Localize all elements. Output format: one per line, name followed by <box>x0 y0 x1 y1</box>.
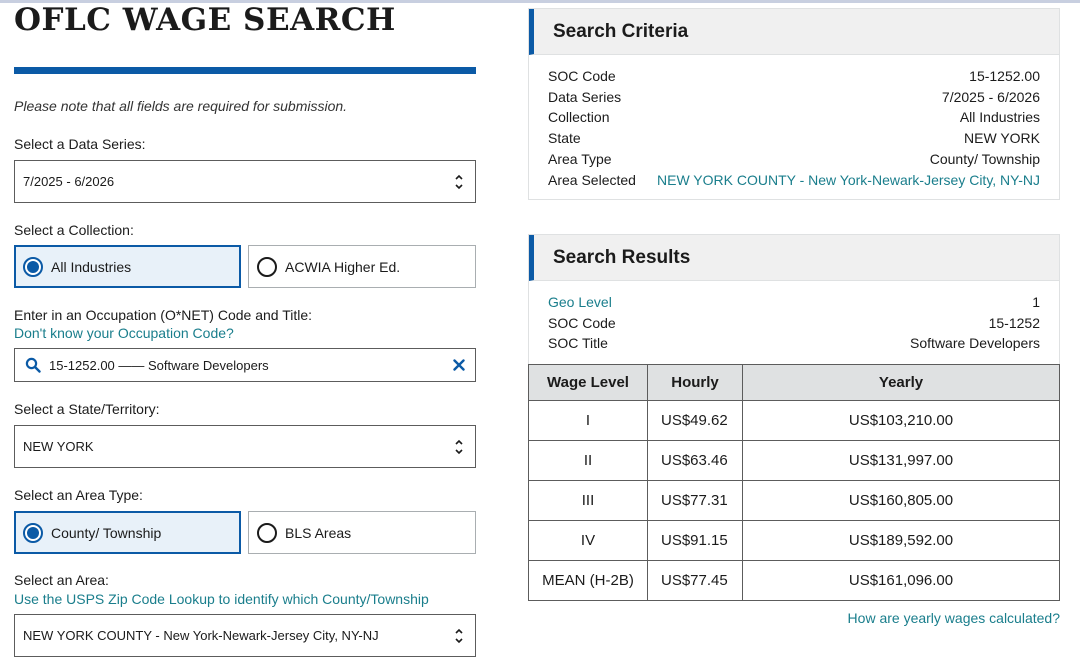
criteria-value: County/ Township <box>929 151 1040 167</box>
criteria-value: 7/2025 - 6/2026 <box>941 89 1040 105</box>
result-key: SOC Code <box>548 315 616 331</box>
table-row: I US$49.62 US$103,210.00 <box>528 400 1060 441</box>
close-icon[interactable] <box>453 359 465 371</box>
search-criteria-heading: Search Criteria <box>553 21 689 42</box>
table-row: IV US$91.15 US$189,592.00 <box>528 520 1060 561</box>
criteria-row: Data Series 7/2025 - 6/2026 <box>548 89 1040 109</box>
result-row: SOC Title Software Developers <box>548 335 1040 355</box>
search-icon <box>25 357 41 373</box>
data-series-label: Select a Data Series: <box>14 136 146 152</box>
occupation-label: Enter in an Occupation (O*NET) Code and … <box>14 307 313 323</box>
collection-option-label: ACWIA Higher Ed. <box>285 259 401 275</box>
wage-level-cell: MEAN (H-2B) <box>528 560 648 601</box>
criteria-value: NEW YORK <box>964 130 1040 146</box>
collection-option-label: All Industries <box>51 259 132 275</box>
wage-level-cell: II <box>528 440 648 481</box>
wage-level-cell: III <box>528 480 648 521</box>
yearly-cell: US$189,592.00 <box>742 520 1060 561</box>
table-row: II US$63.46 US$131,997.00 <box>528 440 1060 481</box>
state-label: Select a State/Territory: <box>14 401 160 417</box>
wage-level-table: Wage Level Hourly Yearly I US$49.62 US$1… <box>528 364 1060 601</box>
search-criteria-panel: Search Criteria SOC Code 15-1252.00 Data… <box>528 8 1060 200</box>
criteria-key: Collection <box>548 109 610 125</box>
result-row: Geo Level 1 <box>548 294 1040 314</box>
result-value: Software Developers <box>910 335 1040 351</box>
radio-selected-icon <box>23 523 43 543</box>
data-series-select[interactable]: 7/2025 - 6/2026 <box>14 160 476 203</box>
occupation-help-link[interactable]: Don't know your Occupation Code? <box>14 325 234 341</box>
radio-unselected-icon <box>257 523 277 543</box>
area-type-option-bls[interactable]: BLS Areas <box>248 511 476 554</box>
chevron-up-down-icon <box>455 174 463 190</box>
result-key: SOC Title <box>548 335 608 351</box>
zip-lookup-link[interactable]: Use the USPS Zip Code Lookup to identify… <box>14 591 429 607</box>
table-header-row: Wage Level Hourly Yearly <box>528 364 1060 401</box>
chevron-up-down-icon <box>455 439 463 455</box>
criteria-key: Data Series <box>548 89 622 105</box>
data-series-value: 7/2025 - 6/2026 <box>23 174 115 189</box>
area-type-option-label: BLS Areas <box>285 525 352 541</box>
occupation-search-input[interactable]: 15-1252.00 —— Software Developers <box>14 348 476 382</box>
criteria-value: 15-1252.00 <box>969 68 1040 84</box>
column-header: Yearly <box>742 364 1060 401</box>
table-row: III US$77.31 US$160,805.00 <box>528 480 1060 521</box>
yearly-cell: US$103,210.00 <box>742 400 1060 441</box>
area-label: Select an Area: <box>14 572 109 588</box>
yearly-cell: US$161,096.00 <box>742 560 1060 601</box>
search-results-heading: Search Results <box>553 247 691 268</box>
criteria-row: Collection All Industries <box>548 109 1040 129</box>
search-results-header: Search Results <box>529 235 1059 281</box>
occupation-search-value: 15-1252.00 —— Software Developers <box>49 358 269 373</box>
criteria-row: SOC Code 15-1252.00 <box>548 68 1040 88</box>
criteria-value: All Industries <box>959 109 1040 125</box>
yearly-calc-link[interactable]: How are yearly wages calculated? <box>848 610 1060 626</box>
hourly-cell: US$49.62 <box>647 400 743 441</box>
collection-option-acwia[interactable]: ACWIA Higher Ed. <box>248 245 476 288</box>
column-header: Wage Level <box>528 364 648 401</box>
area-type-radio-group: County/ Township BLS Areas <box>14 511 476 554</box>
wage-level-cell: IV <box>528 520 648 561</box>
criteria-row: State NEW YORK <box>548 130 1040 150</box>
area-select[interactable]: NEW YORK COUNTY - New York-Newark-Jersey… <box>14 614 476 657</box>
geo-level-link[interactable]: Geo Level <box>548 294 612 310</box>
chevron-up-down-icon <box>455 628 463 644</box>
criteria-row: Area Type County/ Township <box>548 151 1040 171</box>
search-results-panel: Search Results Geo Level 1 SOC Code 15-1… <box>528 234 1060 365</box>
criteria-row: Area Selected NEW YORK COUNTY - New York… <box>548 172 1040 192</box>
radio-selected-icon <box>23 257 43 277</box>
state-value: NEW YORK <box>23 439 94 454</box>
column-header: Hourly <box>647 364 743 401</box>
criteria-key: SOC Code <box>548 68 616 84</box>
hourly-cell: US$91.15 <box>647 520 743 561</box>
yearly-cell: US$160,805.00 <box>742 480 1060 521</box>
hourly-cell: US$77.31 <box>647 480 743 521</box>
area-type-option-label: County/ Township <box>51 525 162 541</box>
required-note: Please note that all fields are required… <box>14 98 348 114</box>
hourly-cell: US$77.45 <box>647 560 743 601</box>
area-selected-link[interactable]: NEW YORK COUNTY - New York-Newark-Jersey… <box>657 172 1040 188</box>
table-row: MEAN (H-2B) US$77.45 US$161,096.00 <box>528 560 1060 601</box>
result-value: 1 <box>1032 294 1040 310</box>
criteria-key: Area Selected <box>548 172 636 188</box>
result-row: SOC Code 15-1252 <box>548 315 1040 335</box>
collection-label: Select a Collection: <box>14 222 134 238</box>
area-type-option-county[interactable]: County/ Township <box>14 511 241 554</box>
criteria-key: Area Type <box>548 151 612 167</box>
page-title: OFLC WAGE SEARCH <box>14 2 396 38</box>
title-underline <box>14 67 476 74</box>
area-type-label: Select an Area Type: <box>14 487 143 503</box>
radio-unselected-icon <box>257 257 277 277</box>
hourly-cell: US$63.46 <box>647 440 743 481</box>
search-criteria-header: Search Criteria <box>529 9 1059 55</box>
wage-level-cell: I <box>528 400 648 441</box>
area-value: NEW YORK COUNTY - New York-Newark-Jersey… <box>23 628 379 643</box>
collection-radio-group: All Industries ACWIA Higher Ed. <box>14 245 476 288</box>
state-select[interactable]: NEW YORK <box>14 425 476 468</box>
result-value: 15-1252 <box>988 315 1040 331</box>
criteria-key: State <box>548 130 581 146</box>
yearly-cell: US$131,997.00 <box>742 440 1060 481</box>
collection-option-all-industries[interactable]: All Industries <box>14 245 241 288</box>
